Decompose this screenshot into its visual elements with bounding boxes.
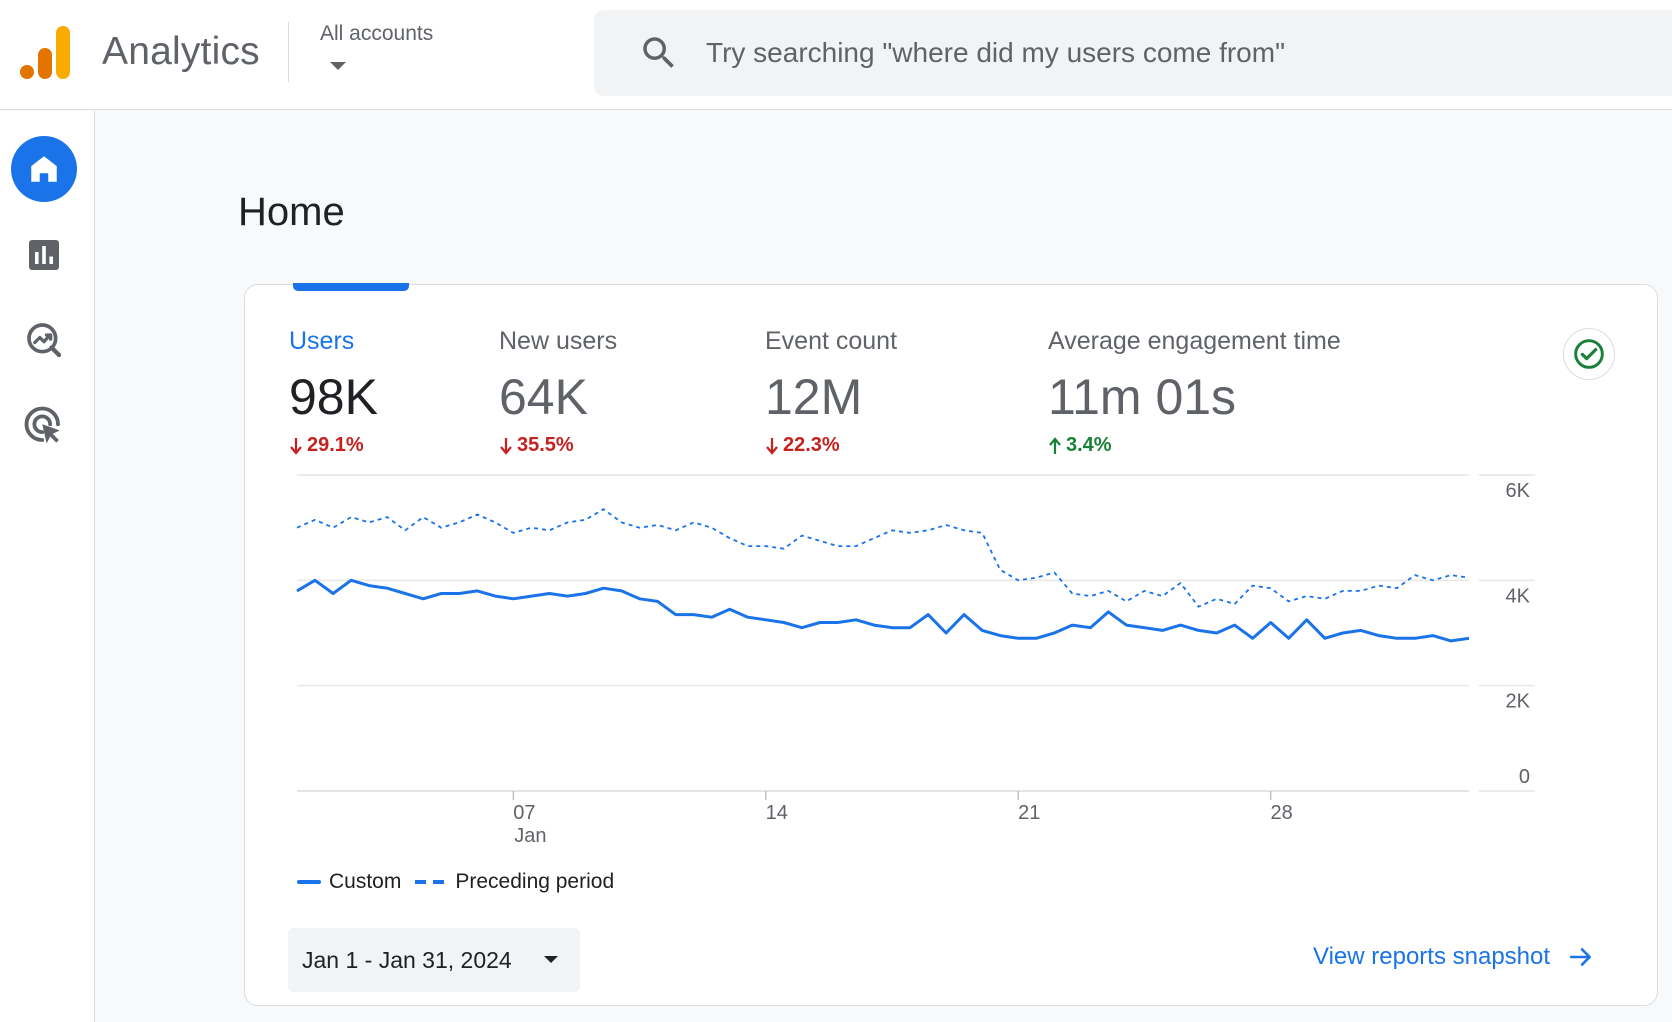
search-input[interactable] <box>706 10 1606 96</box>
date-range-selector[interactable]: Jan 1 - Jan 31, 2024 <box>288 928 580 992</box>
users-line-chart: 6K 4K 2K 0 07Jan 14 21 28 <box>296 474 1535 847</box>
x-tick-label: 14 <box>766 802 788 824</box>
app-title: Analytics <box>102 30 260 73</box>
page-title: Home <box>238 190 345 234</box>
legend-swatch-solid <box>297 880 321 884</box>
view-reports-snapshot-link[interactable]: View reports snapshot <box>1313 943 1594 971</box>
series-line-custom <box>296 578 1470 643</box>
chevron-down-icon <box>330 62 346 70</box>
sidebar-item-advertising[interactable] <box>11 393 77 459</box>
chart-legend: Custom Preceding period <box>297 870 628 894</box>
search-icon <box>643 37 674 68</box>
legend-label: Preceding period <box>455 870 615 893</box>
header-divider <box>288 22 289 82</box>
x-tick-label: 21 <box>1018 802 1040 824</box>
x-tick-label: 07 <box>513 802 535 824</box>
arrow-right-icon <box>1569 948 1591 966</box>
chevron-down-icon <box>544 956 558 963</box>
sidebar-item-explore[interactable] <box>11 307 77 373</box>
x-tick-label: 28 <box>1271 802 1293 824</box>
explore-trend-icon <box>27 323 62 358</box>
account-selector[interactable]: All accounts <box>320 22 434 70</box>
legend-item-custom[interactable]: Custom <box>297 870 401 894</box>
top-app-bar: Analytics All accounts <box>0 0 1672 110</box>
snapshot-link-label: View reports snapshot <box>1313 943 1551 970</box>
y-tick-label: 4K <box>1506 585 1531 607</box>
x-tick-sublabel: Jan <box>514 825 546 847</box>
side-navigation <box>0 111 95 1022</box>
y-tick-label: 0 <box>1519 766 1530 788</box>
overview-card: Users 98K 29.1% New users 64K 35.5% Even… <box>244 283 1658 1006</box>
target-cursor-icon <box>24 406 60 444</box>
bar-chart-icon <box>29 240 59 270</box>
legend-swatch-dashed <box>415 880 446 884</box>
sidebar-item-home[interactable] <box>11 136 77 202</box>
home-icon <box>31 156 57 182</box>
sidebar-item-reports[interactable] <box>11 222 77 288</box>
y-tick-label: 6K <box>1506 480 1531 502</box>
search-bar[interactable] <box>594 10 1672 96</box>
analytics-logo-icon[interactable] <box>20 24 70 80</box>
account-selector-label: All accounts <box>320 22 434 45</box>
y-tick-label: 2K <box>1506 691 1531 713</box>
legend-label: Custom <box>329 870 402 893</box>
legend-item-preceding-period[interactable]: Preceding period <box>415 870 614 894</box>
date-range-label: Jan 1 - Jan 31, 2024 <box>302 946 512 973</box>
